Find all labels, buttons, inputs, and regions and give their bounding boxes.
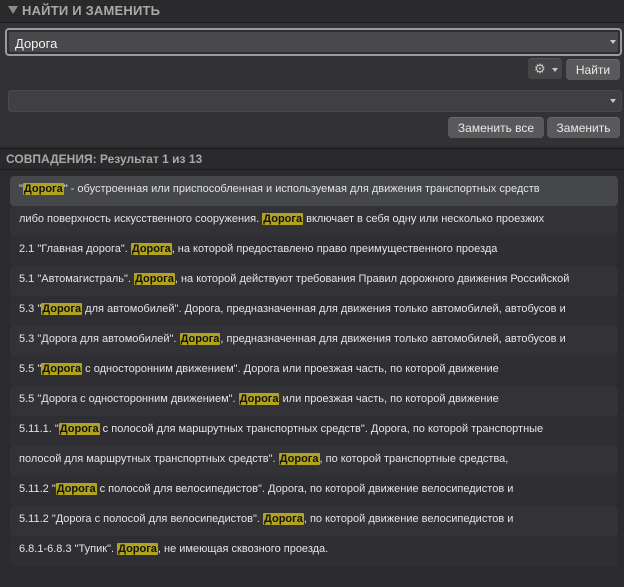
result-row[interactable]: 5.5 "Дорога с односторонним движением". … bbox=[10, 356, 618, 386]
replace-all-button[interactable]: Заменить все bbox=[448, 117, 544, 138]
result-text-segment: 5.3 "Дорога для автомобилей". bbox=[19, 333, 180, 345]
result-row[interactable]: 5.1 "Автомагистраль". Дорога, на которой… bbox=[10, 266, 618, 296]
replace-button[interactable]: Заменить bbox=[547, 117, 620, 138]
result-row[interactable]: 5.3 "Дорога для автомобилей". Дорога, пр… bbox=[10, 326, 618, 356]
result-text-segment: 5.11.1. " bbox=[19, 423, 59, 435]
result-row-text: 5.5 "Дорога с односторонним движением". … bbox=[19, 363, 499, 375]
result-text-segment: , не имеющая сквозного проезда. bbox=[157, 543, 329, 555]
result-row-text: 5.11.2 "Дорога с полосой для велосипедис… bbox=[19, 483, 513, 495]
result-row-text: либо поверхность искусственного сооружен… bbox=[19, 213, 544, 225]
search-options-button[interactable]: ⚙ bbox=[528, 58, 562, 79]
result-row-text: 5.11.1. "Дорога с полосой для маршрутных… bbox=[19, 423, 543, 435]
result-row-text: 2.1 "Главная дорога". Дорога, на которой… bbox=[19, 243, 497, 255]
result-text-segment: или проезжая часть, по которой движение bbox=[279, 393, 499, 405]
replace-input[interactable] bbox=[8, 90, 622, 112]
result-text-segment: для автомобилей". Дорога, предназначенна… bbox=[82, 303, 566, 315]
result-text-segment: 5.1 "Автомагистраль". bbox=[19, 273, 135, 285]
match-highlight: Дорога bbox=[179, 333, 221, 345]
match-highlight: Дорога bbox=[58, 423, 100, 435]
result-row[interactable]: либо поверхность искусственного сооружен… bbox=[10, 206, 618, 236]
result-row-text: 5.11.2 "Дорога с полосой для велосипедис… bbox=[19, 513, 513, 525]
search-combobox[interactable]: Дорога bbox=[5, 28, 622, 56]
result-row[interactable]: "Дорога" - обустроенная или приспособлен… bbox=[10, 176, 618, 206]
result-text-segment: с полосой для маршрутных транспортных ср… bbox=[99, 423, 544, 435]
collapse-triangle-icon[interactable] bbox=[8, 6, 18, 14]
replace-history-chevron-down-icon[interactable] bbox=[610, 99, 616, 103]
result-row-text: 5.1 "Автомагистраль". Дорога, на которой… bbox=[19, 273, 569, 285]
result-text-segment: либо поверхность искусственного сооружен… bbox=[19, 213, 263, 225]
match-highlight: Дорога bbox=[278, 453, 320, 465]
result-text-segment: 5.11.2 "Дорога с полосой для велосипедис… bbox=[19, 513, 264, 525]
chevron-down-icon bbox=[552, 68, 558, 72]
result-text-segment: " - обустроенная или приспособленная и и… bbox=[63, 183, 540, 195]
results-header: СОВПАДЕНИЯ: Результат 1 из 13 bbox=[0, 148, 624, 170]
result-text-segment: 5.5 "Дорога с односторонним движением". bbox=[19, 393, 239, 405]
match-highlight: Дорога bbox=[41, 303, 83, 315]
result-text-segment: , на которой предоставлено право преимущ… bbox=[171, 243, 498, 255]
result-text-segment: 5.3 " bbox=[19, 303, 42, 315]
result-text-segment: полосой для маршрутных транспортных сред… bbox=[19, 453, 279, 465]
result-row[interactable]: 5.11.2 "Дорога с полосой для велосипедис… bbox=[10, 476, 618, 506]
result-row-text: "Дорога" - обустроенная или приспособлен… bbox=[19, 183, 540, 195]
result-row-text: 5.3 "Дорога для автомобилей". Дорога, пр… bbox=[19, 303, 566, 315]
result-row[interactable]: 2.1 "Главная дорога". Дорога, на которой… bbox=[10, 236, 618, 266]
result-row[interactable]: 5.11.1. "Дорога с полосой для маршрутных… bbox=[10, 416, 618, 446]
panel-title: НАЙТИ И ЗАМЕНИТЬ bbox=[22, 3, 161, 18]
match-highlight: Дорога bbox=[117, 543, 158, 555]
result-row[interactable]: 5.3 "Дорога для автомобилей". Дорога, пр… bbox=[10, 296, 618, 326]
result-text-segment: , на которой действуют требования Правил… bbox=[174, 273, 570, 285]
result-text-segment: , по которой движение велосипедистов и bbox=[303, 513, 514, 525]
search-input-value: Дорога bbox=[15, 36, 58, 51]
result-row[interactable]: полосой для маршрутных транспортных сред… bbox=[10, 446, 618, 476]
result-row-text: полосой для маршрутных транспортных сред… bbox=[19, 453, 508, 465]
match-highlight: Дорога bbox=[262, 213, 304, 225]
match-highlight: Дорога bbox=[134, 273, 175, 285]
result-text-segment: 5.11.2 " bbox=[19, 483, 56, 495]
result-text-segment: 6.8.1-6.8.3 "Тупик". bbox=[19, 543, 118, 555]
find-button[interactable]: Найти bbox=[566, 59, 620, 80]
search-history-chevron-down-icon[interactable] bbox=[610, 40, 616, 44]
result-text-segment: с полосой для велосипедистов". Дорога, п… bbox=[96, 483, 514, 495]
results-list: "Дорога" - обустроенная или приспособлен… bbox=[10, 176, 618, 566]
gear-icon: ⚙ bbox=[534, 61, 546, 76]
results-count-label: СОВПАДЕНИЯ: Результат 1 из 13 bbox=[6, 152, 203, 166]
result-text-segment: 2.1 "Главная дорога". bbox=[19, 243, 131, 255]
panel-header[interactable]: НАЙТИ И ЗАМЕНИТЬ bbox=[0, 0, 624, 23]
match-highlight: Дорога bbox=[41, 363, 83, 375]
result-text-segment: , по которой транспортные средства, bbox=[319, 453, 509, 465]
result-row-text: 6.8.1-6.8.3 "Тупик". Дорога, не имеющая … bbox=[19, 543, 328, 555]
match-highlight: Дорога bbox=[55, 483, 97, 495]
result-row[interactable]: 5.5 "Дорога с односторонним движением". … bbox=[10, 386, 618, 416]
result-row-text: 5.5 "Дорога с односторонним движением". … bbox=[19, 393, 499, 405]
result-row[interactable]: 6.8.1-6.8.3 "Тупик". Дорога, не имеющая … bbox=[10, 536, 618, 566]
result-text-segment: , предназначенная для движения только ав… bbox=[220, 333, 566, 345]
match-highlight: Дорога bbox=[130, 243, 172, 255]
match-highlight: Дорога bbox=[238, 393, 280, 405]
result-row[interactable]: 5.11.2 "Дорога с полосой для велосипедис… bbox=[10, 506, 618, 536]
match-highlight: Дорога bbox=[263, 513, 304, 525]
result-text-segment: включает в себя одну или несколько проез… bbox=[303, 213, 545, 225]
result-text-segment: 5.5 " bbox=[19, 363, 42, 375]
result-row-text: 5.3 "Дорога для автомобилей". Дорога, пр… bbox=[19, 333, 566, 345]
match-highlight: Дорога bbox=[22, 183, 64, 195]
result-text-segment: с односторонним движением". Дорога или п… bbox=[82, 363, 499, 375]
search-input[interactable]: Дорога bbox=[9, 32, 618, 52]
